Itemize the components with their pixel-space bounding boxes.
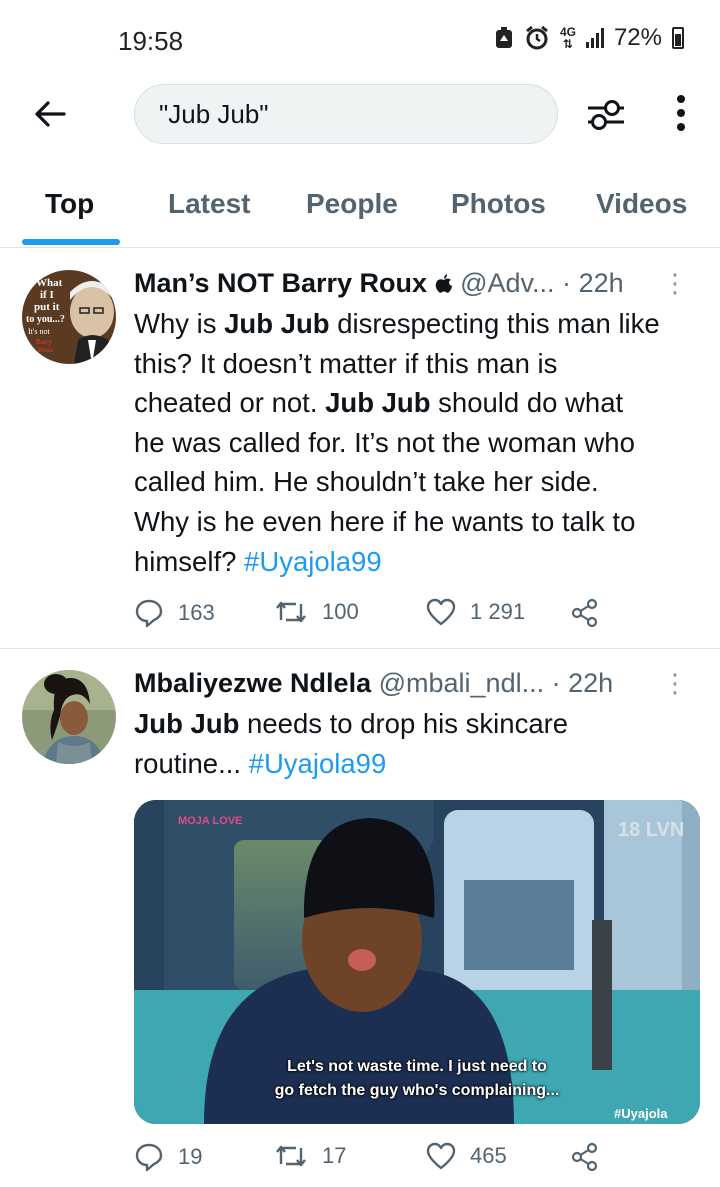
tweet-divider xyxy=(0,648,720,649)
video-subtitle: Let's not waste time. I just need to xyxy=(287,1058,547,1075)
separator-dot: · xyxy=(551,668,561,698)
avatar-text: Roux xyxy=(38,346,54,354)
author-handle[interactable]: @mbali_ndl... xyxy=(379,668,544,698)
retweet-icon xyxy=(276,1145,306,1167)
tweet-more-icon[interactable]: ⋮ xyxy=(662,266,688,300)
status-icons: 4G ⇅ 72% xyxy=(494,24,684,52)
data-arrows-icon: ⇅ xyxy=(562,37,573,51)
tweet-actions: 163 100 1 291 xyxy=(134,598,704,632)
tab-latest[interactable]: Latest xyxy=(168,188,250,220)
filter-sliders-icon xyxy=(588,100,624,130)
retweet-button[interactable]: 100 xyxy=(274,598,359,626)
back-button[interactable] xyxy=(30,94,70,134)
separator-dot: · xyxy=(562,268,572,298)
retweet-count: 100 xyxy=(322,599,359,624)
avatar-text: What xyxy=(36,277,63,289)
tab-photos[interactable]: Photos xyxy=(451,188,546,220)
retweet-icon xyxy=(276,601,306,623)
author-handle[interactable]: @Adv... xyxy=(460,268,554,298)
more-options-button[interactable] xyxy=(664,94,698,136)
reply-count: 163 xyxy=(178,600,215,625)
status-time: 19:58 xyxy=(118,26,184,56)
hashtag-link[interactable]: #Uyajola99 xyxy=(244,546,382,577)
search-filter-button[interactable] xyxy=(584,94,628,136)
network-indicator: 4G ⇅ xyxy=(560,26,576,50)
tweet-time[interactable]: 22h xyxy=(568,668,613,698)
battery-percent: 72% xyxy=(613,24,662,51)
avatar-text: if I xyxy=(40,289,54,301)
avatar-text: to you...? xyxy=(26,314,65,325)
share-button[interactable] xyxy=(570,1142,600,1172)
author-name[interactable]: Mbaliyezwe Ndlela xyxy=(134,668,371,698)
signal-icon xyxy=(585,28,604,48)
avatar-text: Barry xyxy=(36,338,52,346)
tweet-text: Why is Jub Jub disrespecting this man li… xyxy=(134,308,660,577)
tweet-more-icon[interactable]: ⋮ xyxy=(662,666,688,700)
heart-icon xyxy=(426,598,456,626)
like-button[interactable]: 1 291 xyxy=(426,598,525,626)
apple-icon xyxy=(435,274,452,293)
tweet-time[interactable]: 22h xyxy=(579,268,624,298)
reply-button[interactable]: 163 xyxy=(134,598,215,628)
status-bar: 19:58 4G ⇅ 72% xyxy=(0,0,720,80)
avatar[interactable]: What if I put it to you...? It's not Bar… xyxy=(22,270,116,364)
tab-people[interactable]: People xyxy=(306,188,398,220)
heart-icon xyxy=(426,1142,456,1170)
share-icon xyxy=(571,598,598,628)
tab-videos[interactable]: Videos xyxy=(596,188,687,220)
avatar-image xyxy=(22,670,116,764)
tweet-actions: 19 17 465 xyxy=(134,1142,704,1176)
avatar-text: It's not xyxy=(28,327,50,336)
battery-icon xyxy=(672,27,684,49)
tweet-text: Jub Jub needs to drop his skincare routi… xyxy=(134,708,569,779)
reply-icon xyxy=(135,599,163,628)
alarm-icon xyxy=(526,25,548,50)
reply-button[interactable]: 19 xyxy=(134,1142,202,1172)
search-box[interactable] xyxy=(134,84,558,144)
active-tab-indicator xyxy=(22,239,120,245)
search-input[interactable] xyxy=(135,85,557,143)
retweet-button[interactable]: 17 xyxy=(274,1142,346,1170)
avatar-image: What if I put it to you...? It's not Bar… xyxy=(22,270,116,364)
back-arrow-icon xyxy=(35,101,66,127)
share-button[interactable] xyxy=(570,598,600,628)
share-icon xyxy=(571,1142,598,1172)
tweet-header: Mbaliyezwe Ndlela @mbali_ndl... · 22h ⋮ xyxy=(134,666,704,700)
more-vertical-icon xyxy=(677,95,685,131)
battery-saver-icon xyxy=(495,27,512,48)
reply-count: 19 xyxy=(178,1144,203,1169)
like-button[interactable]: 465 xyxy=(426,1142,507,1170)
avatar[interactable] xyxy=(22,670,116,764)
author-name[interactable]: Man’s NOT Barry Roux xyxy=(134,268,427,298)
channel-logo: MOJA LOVE xyxy=(178,815,242,827)
like-count: 465 xyxy=(470,1143,507,1168)
tab-top[interactable]: Top xyxy=(45,188,94,220)
search-tabs: Top Latest People Photos Videos xyxy=(0,168,720,248)
avatar-text: put it xyxy=(34,301,60,313)
hashtag-link[interactable]: #Uyajola99 xyxy=(249,748,387,779)
watermark-hashtag: #Uyajola xyxy=(614,1106,668,1121)
like-count: 1 291 xyxy=(470,599,526,624)
corner-tag: 18 LVN xyxy=(618,819,684,841)
reply-icon xyxy=(135,1143,163,1172)
tweet-header: Man’s NOT Barry Roux @Adv... · 22h ⋮ xyxy=(134,266,704,300)
retweet-count: 17 xyxy=(322,1143,347,1168)
video-subtitle: go fetch the guy who's complaining... xyxy=(274,1082,560,1099)
